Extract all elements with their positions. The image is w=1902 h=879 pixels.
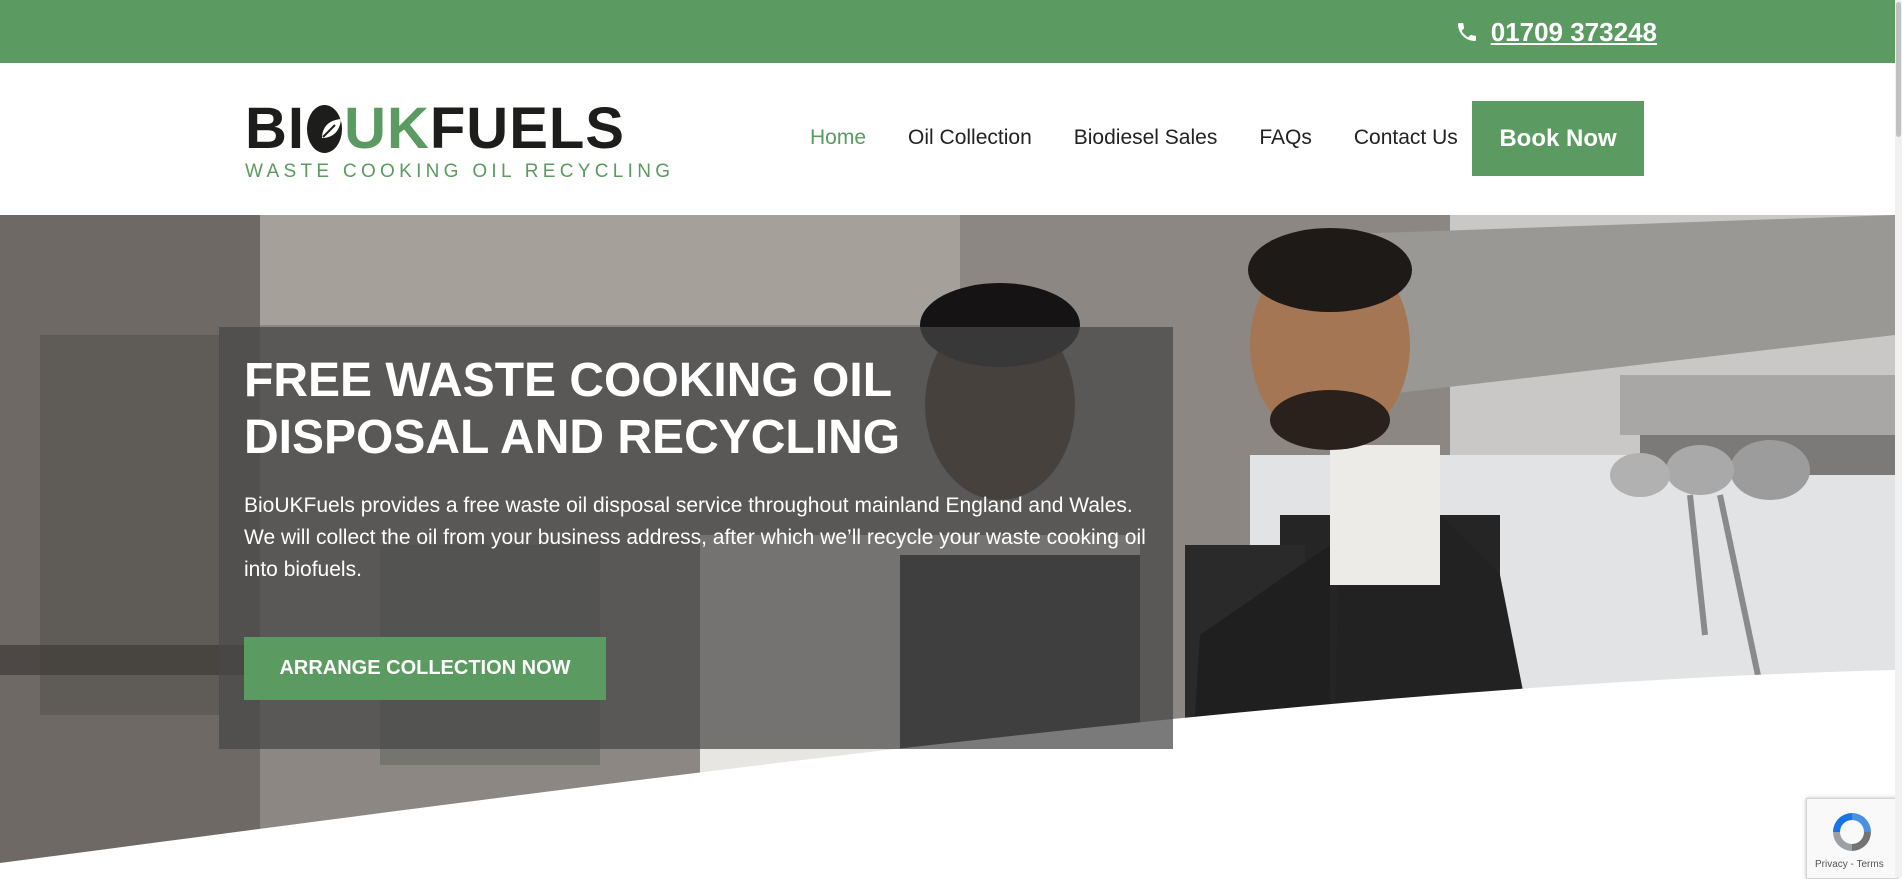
nav-item-biodiesel-sales[interactable]: Biodiesel Sales — [1074, 126, 1218, 150]
logo-text-bio: BI — [245, 96, 305, 161]
scrollbar-thumb[interactable] — [1896, 2, 1901, 137]
hero-title: FREE WASTE COOKING OIL DISPOSAL AND RECY… — [244, 354, 901, 464]
top-bar: 01709 373248 — [0, 0, 1902, 63]
logo-text-uk: UK — [344, 96, 430, 161]
hero-section: FREE WASTE COOKING OIL DISPOSAL AND RECY… — [0, 215, 1895, 877]
nav-item-contact-us[interactable]: Contact Us — [1354, 126, 1458, 150]
logo-text-fuels: FUELS — [429, 96, 625, 161]
leaf-icon — [307, 105, 343, 153]
recaptcha-icon — [1833, 813, 1871, 851]
phone-number[interactable]: 01709 373248 — [1491, 17, 1657, 48]
book-now-button[interactable]: Book Now — [1472, 101, 1644, 176]
logo-tagline: WASTE COOKING OIL RECYCLING — [245, 161, 675, 182]
nav-item-faqs[interactable]: FAQs — [1259, 126, 1312, 150]
logo[interactable]: BI UK FUELS WASTE COOKING OIL RECYCLING — [245, 99, 670, 183]
recaptcha-badge[interactable]: Privacy - Terms — [1806, 798, 1898, 879]
nav-item-oil-collection[interactable]: Oil Collection — [908, 126, 1032, 150]
logo-wordmark: BI UK FUELS — [245, 99, 625, 159]
nav-item-home[interactable]: Home — [810, 126, 866, 150]
arrange-collection-button[interactable]: ARRANGE COLLECTION NOW — [244, 637, 606, 700]
recaptcha-links[interactable]: Privacy - Terms — [1815, 859, 1884, 870]
main-nav: Home Oil Collection Biodiesel Sales FAQs… — [810, 126, 1458, 150]
hero-description: BioUKFuels provides a free waste oil dis… — [244, 494, 1146, 581]
phone-icon — [1457, 23, 1476, 41]
phone-link[interactable]: 01709 373248 — [1455, 14, 1657, 50]
site-header: BI UK FUELS WASTE COOKING OIL RECYCLING … — [0, 63, 1902, 215]
page-scrollbar[interactable] — [1895, 0, 1902, 877]
